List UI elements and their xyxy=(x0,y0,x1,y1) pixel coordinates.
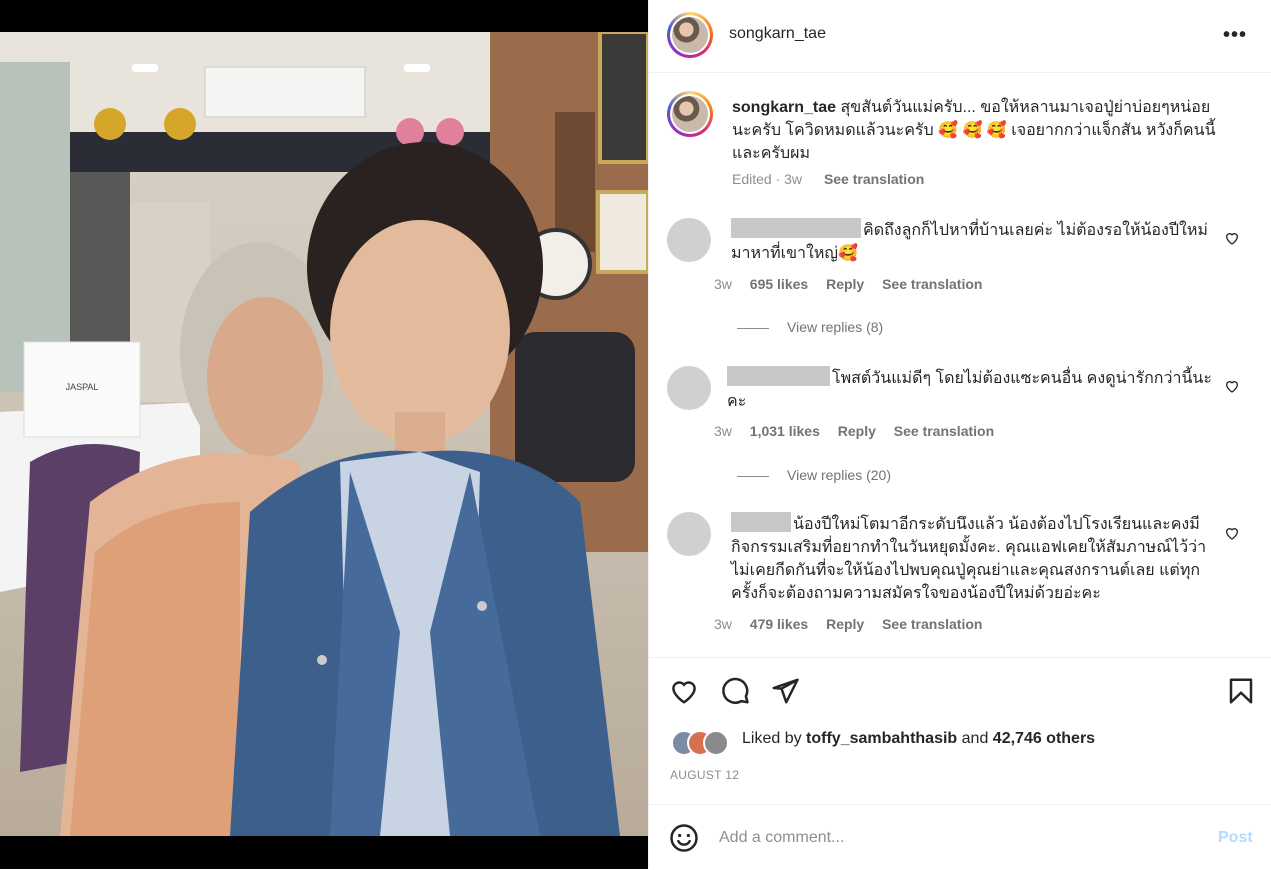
like-comment-icon[interactable] xyxy=(1224,230,1240,246)
caption-edited: Edited · 3w xyxy=(732,171,803,187)
comment-likes[interactable]: 479 likes xyxy=(750,616,808,632)
caption-meta: Edited · 3w See translation xyxy=(732,171,924,187)
comment-meta: 3w 479 likes Reply See translation xyxy=(714,616,982,632)
author-avatar[interactable] xyxy=(667,12,713,58)
like-comment-icon[interactable] xyxy=(1224,378,1240,394)
author-username[interactable]: songkarn_tae xyxy=(729,25,826,43)
comment-text: โพสต์วันแม่ดีๆ โดยไม่ต้องแซะคนอื่น คงดูน… xyxy=(727,366,1217,413)
post-header: songkarn_tae ••• xyxy=(649,0,1271,73)
comment-text: คิดถึงลูกก็ไปหาที่บ้านเลยค่ะ ไม่ต้องรอให… xyxy=(731,218,1221,265)
redacted-username xyxy=(731,512,791,532)
post-caption: songkarn_tae สุขสันต์วันแม่ครับ... ขอให้… xyxy=(732,96,1232,165)
add-comment-bar: Add a comment... Post xyxy=(649,804,1271,870)
view-replies[interactable]: View replies (20) xyxy=(737,467,891,483)
bookmark-icon[interactable] xyxy=(1226,676,1256,706)
reply-button[interactable]: Reply xyxy=(838,423,876,439)
post-photo[interactable]: JASPAL xyxy=(0,32,648,836)
more-horizontal-icon[interactable]: ••• xyxy=(1223,24,1247,47)
commenter-avatar[interactable] xyxy=(667,218,711,262)
comment-text: น้องปีใหม่โตมาอีกระดับนึงแล้ว น้องต้องไป… xyxy=(731,512,1223,605)
comment-time: 3w xyxy=(714,616,732,632)
like-icon[interactable] xyxy=(669,676,699,706)
comment-meta: 3w 1,031 likes Reply See translation xyxy=(714,423,994,439)
share-icon[interactable] xyxy=(770,676,800,706)
comment-likes[interactable]: 695 likes xyxy=(750,276,808,292)
caption-see-translation[interactable]: See translation xyxy=(824,171,924,187)
caption-username[interactable]: songkarn_tae xyxy=(732,99,836,116)
redacted-username xyxy=(731,218,861,238)
post-media: JASPAL xyxy=(0,0,648,869)
emoji-icon[interactable] xyxy=(669,823,699,853)
liked-by-others[interactable]: 42,746 others xyxy=(993,730,1095,747)
comment-input[interactable]: Add a comment... xyxy=(719,829,844,847)
see-translation-button[interactable]: See translation xyxy=(882,616,982,632)
comment-time: 3w xyxy=(714,423,732,439)
commenter-avatar[interactable] xyxy=(667,366,711,410)
liked-by-user[interactable]: toffy_sambahthasib xyxy=(806,730,957,747)
liked-by: Liked by toffy_sambahthasib and 42,746 o… xyxy=(742,730,1096,747)
bag-label: JASPAL xyxy=(66,382,99,392)
comment-meta: 3w 695 likes Reply See translation xyxy=(714,276,982,292)
post-button[interactable]: Post xyxy=(1218,829,1253,847)
see-translation-button[interactable]: See translation xyxy=(894,423,994,439)
view-replies[interactable]: View replies (8) xyxy=(737,319,883,335)
comment-icon[interactable] xyxy=(720,676,750,706)
see-translation-button[interactable]: See translation xyxy=(882,276,982,292)
photo-illustration: JASPAL xyxy=(0,32,648,836)
comment-likes[interactable]: 1,031 likes xyxy=(750,423,820,439)
redacted-username xyxy=(727,366,830,386)
liker-avatar[interactable] xyxy=(703,730,729,756)
like-comment-icon[interactable] xyxy=(1224,525,1240,541)
reply-button[interactable]: Reply xyxy=(826,276,864,292)
comment-time: 3w xyxy=(714,276,732,292)
post-sidebar: songkarn_tae ••• songkarn_tae สุขสันต์วั… xyxy=(648,0,1271,869)
post-date[interactable]: AUGUST 12 xyxy=(670,768,739,782)
reply-button[interactable]: Reply xyxy=(826,616,864,632)
commenter-avatar[interactable] xyxy=(667,512,711,556)
caption-avatar[interactable] xyxy=(667,91,713,137)
